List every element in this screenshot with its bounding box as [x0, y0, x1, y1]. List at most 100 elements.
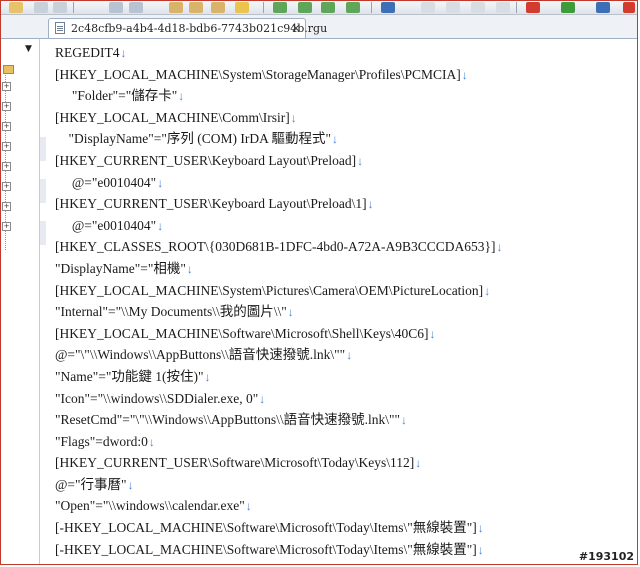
tree-expand-icon[interactable]: + — [2, 182, 11, 191]
code-line: [HKEY_CURRENT_USER\Keyboard Layout\Prelo… — [55, 150, 502, 172]
line-end-icon: ↓ — [367, 197, 374, 212]
code-line-text: "Open"="\\windows\\calendar.exe" — [55, 498, 245, 514]
code-line-text: [-HKEY_LOCAL_MACHINE\Software\Microsoft\… — [55, 541, 477, 557]
line-end-icon: ↓ — [245, 499, 252, 514]
tree-expand-icon[interactable]: + — [2, 122, 11, 131]
toolbar-open-icon[interactable] — [9, 2, 23, 13]
code-line-text: [HKEY_CURRENT_USER\Keyboard Layout\Prelo… — [55, 152, 357, 168]
toolbar-sync-icon[interactable] — [321, 2, 335, 13]
tab-strip: 2c48cfb9-a4b4-4d18-bdb6-7743b021c94b.rgu… — [1, 15, 637, 39]
toolbar-separator — [263, 2, 264, 13]
file-icon — [55, 22, 65, 34]
line-end-icon: ↓ — [477, 521, 484, 536]
file-tree-panel: ▼ + + + + + + + + — [1, 39, 40, 564]
code-line: [HKEY_CURRENT_USER\Keyboard Layout\Prelo… — [55, 193, 502, 215]
tab-filename: 2c48cfb9-a4b4-4d18-bdb6-7743b021c94b.rgu — [71, 22, 328, 35]
toolbar-macro-icon[interactable] — [381, 2, 395, 13]
code-line: @="e0010404"↓ — [55, 215, 502, 237]
toolbar-stop-icon[interactable] — [526, 2, 540, 13]
toolbar-redo-icon[interactable] — [129, 2, 143, 13]
code-line: [HKEY_LOCAL_MACHINE\Comm\Irsir]↓ — [55, 107, 502, 129]
code-line: @="行事曆"↓ — [55, 474, 502, 496]
tree-expand-icon[interactable]: + — [2, 142, 11, 151]
tree-expand-icon[interactable]: + — [2, 102, 11, 111]
tree-expand-icon[interactable]: + — [2, 82, 11, 91]
toolbar-replace-icon[interactable] — [189, 2, 203, 13]
line-end-icon: ↓ — [290, 110, 297, 125]
line-end-icon: ↓ — [346, 348, 353, 363]
code-line: "Flags"=dword:0↓ — [55, 431, 502, 453]
line-end-icon: ↓ — [157, 175, 164, 190]
code-line-text: [HKEY_CLASSES_ROOT\{030D681B-1DFC-4bd0-A… — [55, 239, 496, 255]
gutter-marker — [40, 221, 46, 245]
code-line: [HKEY_LOCAL_MACHINE\System\Pictures\Came… — [55, 280, 502, 302]
toolbar-options-icon[interactable] — [496, 2, 510, 13]
tree-expand-icon[interactable]: + — [2, 202, 11, 211]
toolbar-close-icon[interactable] — [623, 2, 635, 13]
code-line: "Icon"="\\windows\\SDDialer.exe, 0"↓ — [55, 388, 502, 410]
code-line: [HKEY_LOCAL_MACHINE\System\StorageManage… — [55, 64, 502, 86]
toolbar-play-icon[interactable] — [561, 2, 575, 13]
line-end-icon: ↓ — [148, 434, 155, 449]
code-line: "DisplayName"="序列 (COM) IrDA 驅動程式"↓ — [55, 128, 502, 150]
line-end-icon: ↓ — [496, 240, 503, 255]
code-line-text: [HKEY_LOCAL_MACHINE\Software\Microsoft\S… — [55, 325, 429, 341]
tab-close-icon[interactable]: × — [291, 21, 301, 35]
code-line-text: @="e0010404" — [55, 174, 157, 190]
code-line-text: REGEDIT4 — [55, 45, 120, 60]
code-line-text: [HKEY_LOCAL_MACHINE\System\StorageManage… — [55, 66, 461, 82]
line-end-icon: ↓ — [415, 456, 422, 471]
line-end-icon: ↓ — [477, 542, 484, 557]
code-line: "ResetCmd"="\"\\Windows\\AppButtons\\語音快… — [55, 409, 502, 431]
toolbar-check-icon[interactable] — [421, 2, 435, 13]
line-end-icon: ↓ — [120, 46, 127, 60]
code-line-text: "Flags"=dword:0 — [55, 433, 148, 449]
code-line: "Internal"="\\My Documents\\我的圖片\\"↓ — [55, 301, 502, 323]
line-end-icon: ↓ — [186, 261, 193, 276]
toolbar-separator — [516, 2, 517, 13]
toolbar-edit-icon[interactable] — [446, 2, 460, 13]
line-end-icon: ↓ — [357, 153, 364, 168]
editor-lines: REGEDIT4↓ [HKEY_LOCAL_MACHINE\System\Stor… — [55, 42, 502, 560]
text-editor[interactable]: REGEDIT4↓ [HKEY_LOCAL_MACHINE\System\Stor… — [40, 39, 637, 564]
tree-expand-icon[interactable]: + — [2, 222, 11, 231]
line-end-icon: ↓ — [461, 67, 468, 82]
toolbar-find-icon[interactable] — [169, 2, 183, 13]
code-line: REGEDIT4↓ — [55, 42, 502, 64]
code-line: [HKEY_CURRENT_USER\Software\Microsoft\To… — [55, 452, 502, 474]
window-frame: 2c48cfb9-a4b4-4d18-bdb6-7743b021c94b.rgu… — [0, 0, 638, 565]
code-line-text: "DisplayName"="序列 (COM) IrDA 驅動程式" — [55, 131, 332, 147]
toolbar-undo-icon[interactable] — [109, 2, 123, 13]
toolbar-separator — [73, 2, 74, 13]
chevron-down-icon[interactable]: ▼ — [25, 44, 32, 54]
toolbar-copy-icon[interactable] — [53, 2, 67, 13]
code-line: [-HKEY_LOCAL_MACHINE\Software\Microsoft\… — [55, 517, 502, 539]
line-end-icon: ↓ — [178, 89, 185, 104]
code-line: "Folder"="儲存卡"↓ — [55, 85, 502, 107]
toolbar-highlight-icon[interactable] — [235, 2, 249, 13]
line-end-icon: ↓ — [484, 283, 491, 298]
code-line: @="\"\\Windows\\AppButtons\\語音快速撥號.lnk\"… — [55, 344, 502, 366]
code-line: "DisplayName"="相機"↓ — [55, 258, 502, 280]
line-end-icon: ↓ — [429, 326, 436, 341]
code-line: [HKEY_CLASSES_ROOT\{030D681B-1DFC-4bd0-A… — [55, 236, 502, 258]
code-line-text: [-HKEY_LOCAL_MACHINE\Software\Microsoft\… — [55, 520, 477, 536]
tree-expand-icon[interactable]: + — [2, 162, 11, 171]
toolbar-view-icon[interactable] — [273, 2, 287, 13]
toolbar-tools-icon[interactable] — [471, 2, 485, 13]
code-line-text: @="行事曆" — [55, 476, 127, 492]
toolbar-compare-icon[interactable] — [346, 2, 360, 13]
code-line: [HKEY_LOCAL_MACHINE\Software\Microsoft\S… — [55, 323, 502, 345]
toolbar-goto-icon[interactable] — [211, 2, 225, 13]
line-end-icon: ↓ — [204, 369, 211, 384]
code-line: [-HKEY_LOCAL_MACHINE\Software\Microsoft\… — [55, 539, 502, 561]
tab-document[interactable]: 2c48cfb9-a4b4-4d18-bdb6-7743b021c94b.rgu… — [48, 18, 327, 38]
code-line-text: @="\"\\Windows\\AppButtons\\語音快速撥號.lnk\"… — [55, 347, 346, 363]
toolbar — [1, 1, 637, 15]
toolbar-list-icon[interactable] — [298, 2, 312, 13]
toolbar-cut-icon[interactable] — [34, 2, 48, 13]
code-line-text: "Internal"="\\My Documents\\我的圖片\\" — [55, 304, 287, 320]
folder-icon[interactable] — [3, 65, 14, 74]
code-line: "Name"="功能鍵 1(按住)"↓ — [55, 366, 502, 388]
toolbar-wrap-icon[interactable] — [596, 2, 610, 13]
